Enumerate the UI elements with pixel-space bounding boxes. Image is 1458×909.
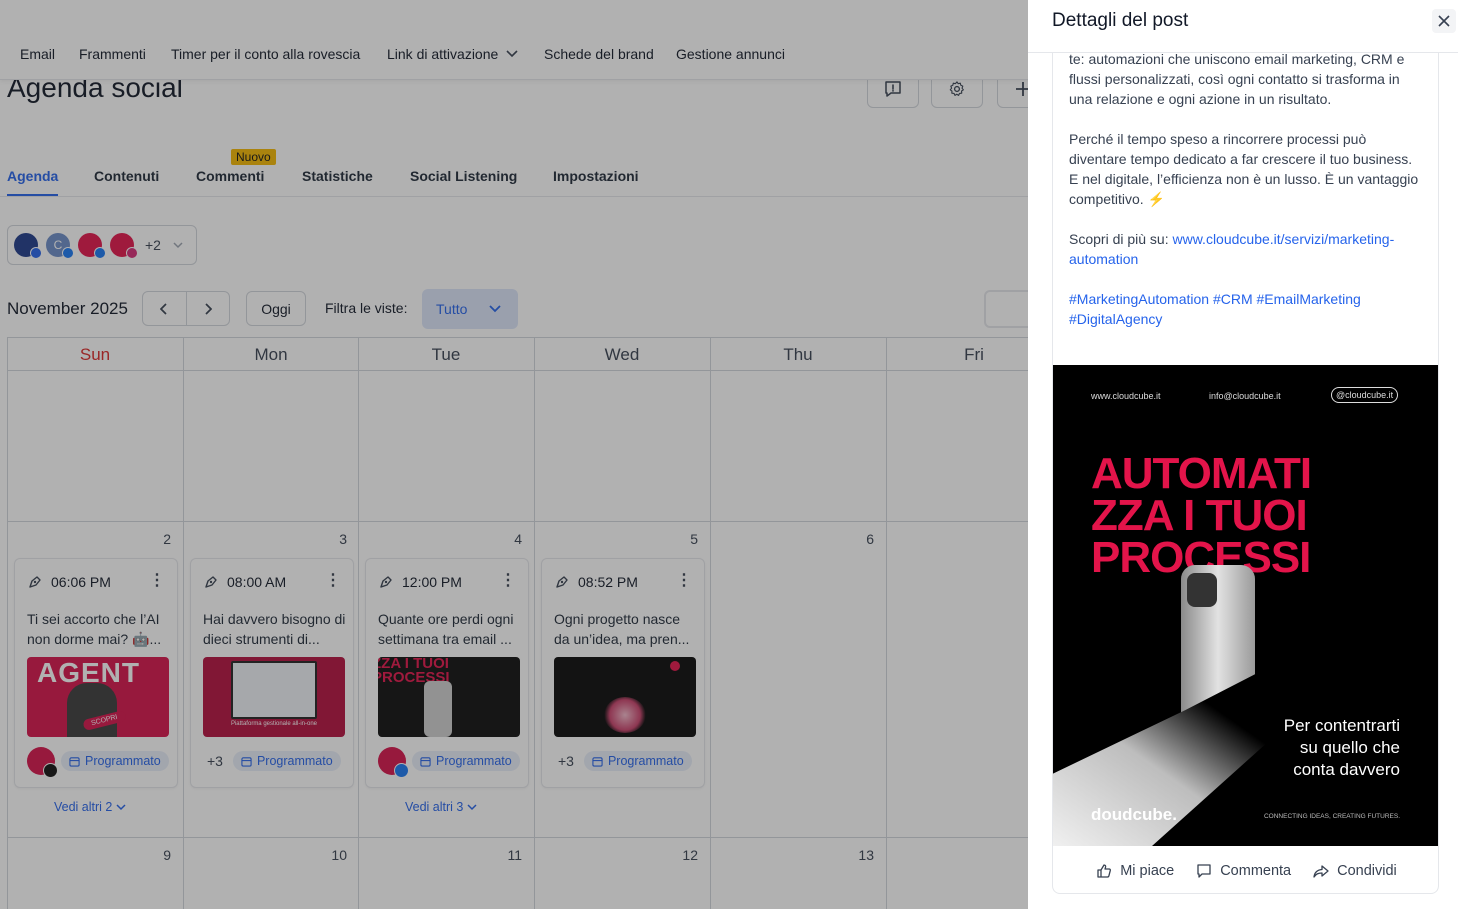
share-button[interactable]: Condividi [1313,863,1397,879]
share-icon [1313,864,1329,878]
thumbs-up-icon [1097,863,1112,878]
post-image: www.cloudcube.it info@cloudcube.it @clou… [1053,365,1438,846]
action-label: Commenta [1220,862,1292,879]
close-button[interactable] [1432,9,1456,33]
post-paragraph: E nel digitale, l’efficienza non è un lu… [1069,171,1419,207]
panel-divider [1028,52,1458,53]
post-actions: Mi piace Commenta Condividi [1053,846,1438,893]
post-paragraph: Perché il tempo speso a rincorrere proce… [1069,131,1413,167]
post-paragraph [1069,109,1424,129]
image-tagline: Per contentrarti su quello che conta dav… [1284,715,1400,781]
post-hashtags[interactable]: #MarketingAutomation #CRM #EmailMarketin… [1069,291,1361,327]
post-preview-card: te: automazioni che uniscono email marke… [1052,40,1439,894]
comment-button[interactable]: Commenta [1196,863,1291,879]
close-icon [1438,15,1450,27]
like-button[interactable]: Mi piace [1096,863,1174,879]
post-paragraph [1069,209,1424,229]
action-label: Condividi [1337,862,1397,879]
post-body: te: automazioni che uniscono email marke… [1069,49,1424,329]
headline-line: AUTOMATI [1091,449,1312,498]
headline-line: ZZA I TUOI [1091,491,1308,540]
comment-icon [1197,863,1211,878]
action-label: Mi piace [1120,862,1175,879]
tagline-line: Per contentrarti [1283,716,1400,735]
image-handle: @cloudcube.it [1331,387,1399,403]
image-email: info@cloudcube.it [1209,391,1281,401]
panel-title: Dettagli del post [1052,10,1189,31]
modal-backdrop[interactable] [0,0,1028,909]
app: Email Frammenti Timer per il conto alla … [0,0,1458,909]
image-footer: CONNECTING IDEAS, CREATING FUTURES. [1263,813,1400,820]
post-paragraph: te: automazioni che uniscono email marke… [1069,51,1405,107]
tagline-line: conta davvero [1293,760,1400,779]
post-details-panel: te: automazioni che uniscono email marke… [1028,0,1458,909]
post-paragraph: Scopri di più su: [1069,231,1173,247]
image-website: www.cloudcube.it [1091,391,1161,401]
image-headline: AUTOMATI ZZA I TUOI PROCESSI [1091,449,1312,580]
tagline-line: su quello che [1299,738,1400,757]
image-logo: doudcube. [1091,805,1177,824]
